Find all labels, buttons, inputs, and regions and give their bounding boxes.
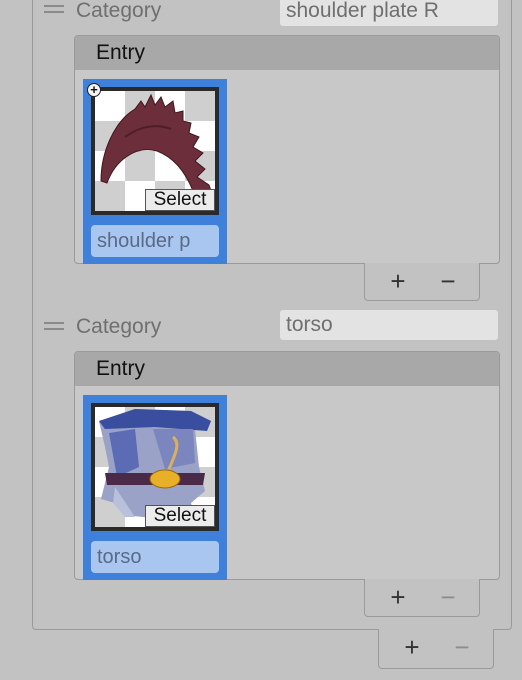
entry-name-field[interactable]: torso bbox=[91, 541, 219, 573]
select-button[interactable]: Select bbox=[145, 505, 215, 527]
category-list-footer: + − bbox=[378, 629, 494, 669]
drag-handle-icon[interactable] bbox=[44, 5, 64, 15]
remove-entry-button[interactable]: − bbox=[433, 583, 463, 611]
add-category-button[interactable]: + bbox=[397, 633, 427, 661]
sprite-thumbnail[interactable]: Select bbox=[91, 87, 219, 215]
plus-icon[interactable]: + bbox=[87, 83, 101, 97]
sprite-thumbnail[interactable]: Select bbox=[91, 403, 219, 531]
drag-handle-icon[interactable] bbox=[44, 322, 64, 332]
add-entry-button[interactable]: + bbox=[383, 267, 413, 295]
entry-header: Entry bbox=[75, 36, 499, 70]
category-name-field[interactable]: torso bbox=[280, 310, 498, 340]
select-button[interactable]: Select bbox=[145, 189, 215, 211]
category-name-field[interactable]: shoulder plate R bbox=[280, 0, 498, 26]
entry-name-field[interactable]: shoulder p bbox=[91, 225, 219, 257]
entry-list: Entry Select torso bbox=[74, 351, 500, 580]
category-label: Category bbox=[76, 0, 162, 22]
remove-category-button[interactable]: − bbox=[447, 633, 477, 661]
remove-entry-button[interactable]: − bbox=[433, 267, 463, 295]
entry-item-selected[interactable]: Select + shoulder p bbox=[83, 79, 227, 264]
entry-list-footer: + − bbox=[364, 579, 480, 617]
add-entry-button[interactable]: + bbox=[383, 583, 413, 611]
entry-item-selected[interactable]: Select torso bbox=[83, 395, 227, 580]
category-label: Category bbox=[76, 315, 162, 338]
entry-list: Entry Select + shoulder p bbox=[74, 35, 500, 264]
entry-list-footer: + − bbox=[364, 263, 480, 301]
entry-header: Entry bbox=[75, 352, 499, 386]
